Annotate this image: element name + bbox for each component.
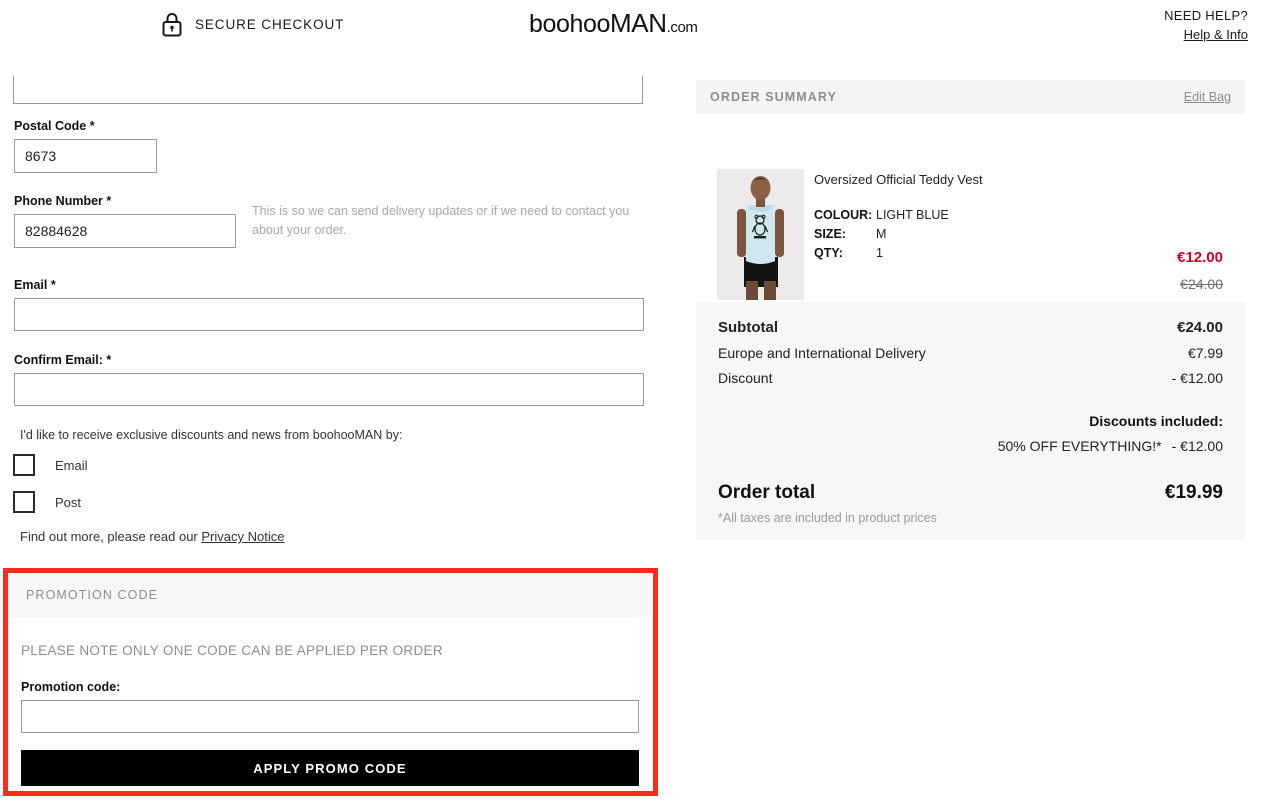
phone-number-input[interactable] xyxy=(14,214,236,248)
postal-code-label: Postal Code * xyxy=(14,119,95,133)
email-row: Email * xyxy=(0,278,644,331)
discount-detail-name: 50% OFF EVERYTHING!* xyxy=(997,438,1162,454)
optin-post-label: Post xyxy=(55,494,82,510)
confirm-email-row: Confirm Email: * xyxy=(0,353,644,406)
product-size-value: M xyxy=(876,227,887,241)
product-attributes: COLOUR: LIGHT BLUE SIZE: M QTY: 1 xyxy=(814,208,949,265)
page-header: SECURE CHECKOUT boohooMAN.com NEED HELP?… xyxy=(0,0,1264,56)
postal-code-input[interactable] xyxy=(14,139,157,173)
address-field-partial[interactable] xyxy=(13,76,643,104)
discount-detail-row: 50% OFF EVERYTHING!* - €12.00 xyxy=(718,438,1223,454)
subtotal-row: Subtotal €24.00 xyxy=(718,319,1223,336)
tax-note: *All taxes are included in product price… xyxy=(718,511,937,525)
email-label: Email * xyxy=(14,278,56,292)
product-thumbnail[interactable] xyxy=(717,169,804,300)
promotion-code-input[interactable] xyxy=(21,700,639,733)
delivery-value: €7.99 xyxy=(1187,345,1223,361)
order-summary: ORDER SUMMARY Edit Bag Oversized Officia… xyxy=(696,80,1245,540)
need-help-label: NEED HELP? xyxy=(1164,8,1248,23)
optin-post-row[interactable]: Post xyxy=(13,491,81,513)
product-qty-row: QTY: 1 xyxy=(814,246,949,260)
order-total-value: €19.99 xyxy=(1164,482,1223,503)
secure-checkout-label: SECURE CHECKOUT xyxy=(195,16,345,32)
delivery-label: Europe and International Delivery xyxy=(718,345,926,361)
order-total-label: Order total xyxy=(718,482,816,503)
logo-dotcom: .com xyxy=(666,19,698,36)
optin-email-checkbox[interactable] xyxy=(13,454,35,476)
subtotal-label: Subtotal xyxy=(718,319,778,336)
optin-email-label: Email xyxy=(55,457,88,473)
order-totals: Subtotal €24.00 Europe and International… xyxy=(696,302,1245,540)
postal-code-row: Postal Code * xyxy=(0,119,157,173)
brand-logo[interactable]: boohooMAN.com xyxy=(529,10,698,37)
product-qty-key: QTY: xyxy=(814,246,843,260)
logo-boohoo: boohoo xyxy=(529,10,611,38)
order-total-row: Order total €19.99 xyxy=(718,482,1223,504)
confirm-email-label: Confirm Email: * xyxy=(14,353,112,367)
discount-row: Discount - €12.00 xyxy=(718,370,1223,386)
discounts-included-title: Discounts included: xyxy=(1089,413,1223,429)
promotion-code-header: PROMOTION CODE xyxy=(8,573,653,617)
order-summary-header: ORDER SUMMARY Edit Bag xyxy=(696,80,1245,114)
promotion-code-title: PROMOTION CODE xyxy=(26,588,159,602)
product-price-original: €24.00 xyxy=(1180,276,1223,292)
confirm-email-input[interactable] xyxy=(14,373,644,406)
subtotal-value: €24.00 xyxy=(1177,319,1223,336)
discount-label: Discount xyxy=(718,370,773,386)
order-summary-title: ORDER SUMMARY xyxy=(710,90,838,104)
product-size-row: SIZE: M xyxy=(814,227,949,241)
lock-icon xyxy=(160,11,184,37)
secure-checkout-badge: SECURE CHECKOUT xyxy=(160,11,344,37)
product-colour-key: COLOUR: xyxy=(814,208,873,222)
product-price-current: €12.00 xyxy=(1177,249,1223,266)
privacy-notice-line: Find out more, please read our Privacy N… xyxy=(20,529,284,544)
delivery-row: Europe and International Delivery €7.99 xyxy=(718,345,1223,361)
help-and-info-link[interactable]: Help & Info xyxy=(1184,27,1248,42)
logo-man: MAN xyxy=(610,8,667,38)
product-qty-value: 1 xyxy=(876,246,883,260)
discount-detail-amount: - €12.00 xyxy=(1171,438,1223,454)
apply-promo-code-button[interactable]: APPLY PROMO CODE xyxy=(21,750,639,786)
promotion-code-note: PLEASE NOTE ONLY ONE CODE CAN BE APPLIED… xyxy=(21,643,443,658)
phone-number-label: Phone Number * xyxy=(14,194,112,208)
product-colour-value: LIGHT BLUE xyxy=(876,208,949,222)
optin-email-row[interactable]: Email xyxy=(13,454,88,476)
promotion-code-field-label: Promotion code: xyxy=(21,680,121,694)
product-colour-row: COLOUR: LIGHT BLUE xyxy=(814,208,949,222)
phone-number-row: Phone Number * This is so we can send de… xyxy=(0,194,629,248)
order-item: Oversized Official Teddy Vest COLOUR: LI… xyxy=(696,114,1245,300)
product-size-key: SIZE: xyxy=(814,227,846,241)
need-help-block: NEED HELP? Help & Info xyxy=(1164,8,1248,44)
discount-value: - €12.00 xyxy=(1171,370,1223,386)
privacy-notice-link[interactable]: Privacy Notice xyxy=(201,529,284,544)
product-name[interactable]: Oversized Official Teddy Vest xyxy=(814,172,983,187)
email-input[interactable] xyxy=(14,298,644,331)
privacy-notice-prefix: Find out more, please read our xyxy=(20,529,202,544)
edit-bag-link[interactable]: Edit Bag xyxy=(1184,90,1231,104)
promotion-code-panel: PROMOTION CODE PLEASE NOTE ONLY ONE CODE… xyxy=(3,568,658,796)
optin-post-checkbox[interactable] xyxy=(13,491,35,513)
phone-number-hint: This is so we can send delivery updates … xyxy=(252,204,630,238)
marketing-optin-text: I'd like to receive exclusive discounts … xyxy=(20,428,403,442)
